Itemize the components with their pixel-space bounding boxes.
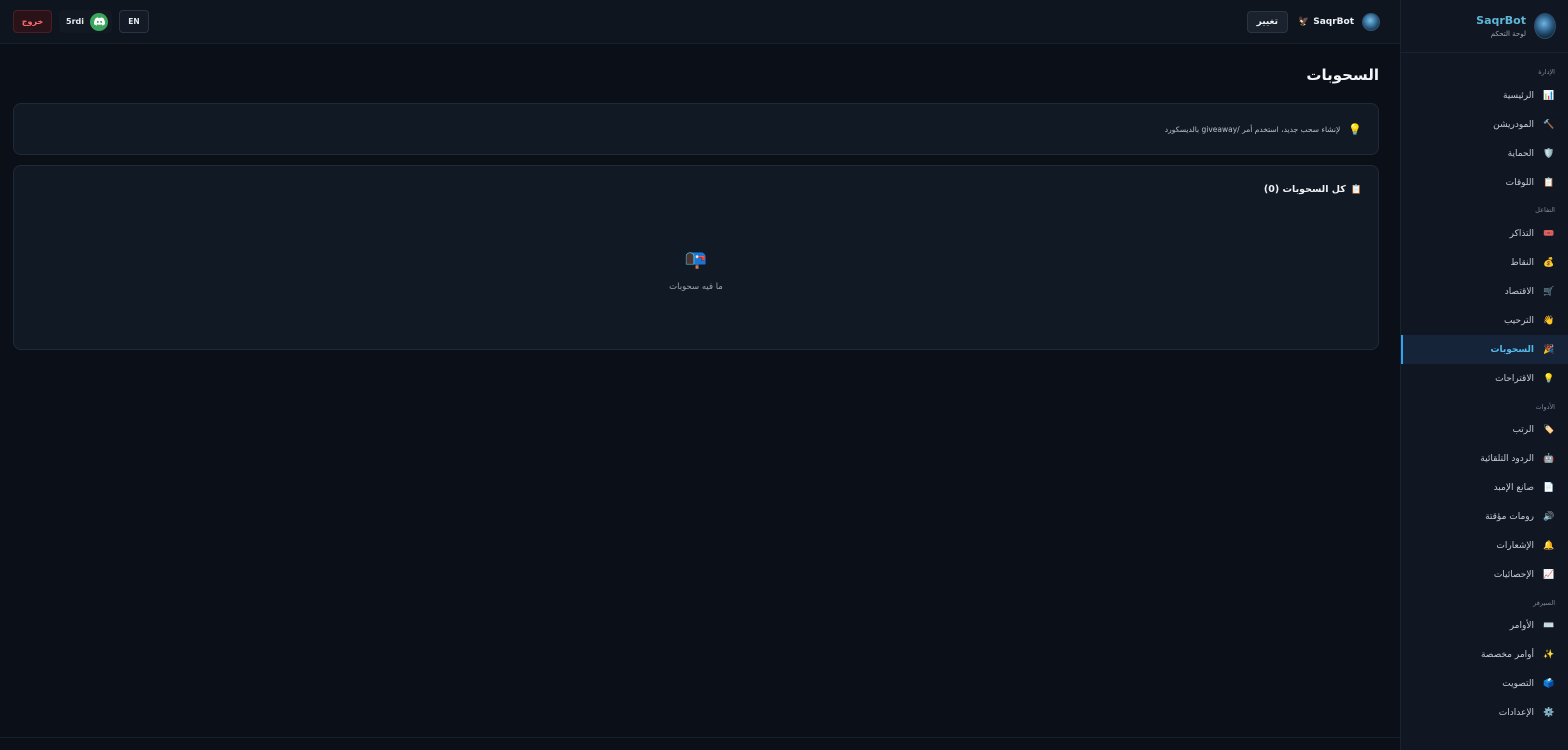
sidebar-item-tickets[interactable]: 🎟️ التذاكر xyxy=(1401,219,1568,248)
language-toggle-button[interactable]: EN xyxy=(119,10,149,33)
sidebar-item-label: النقاط xyxy=(1510,257,1534,268)
sidebar-item-suggestions[interactable]: 💡 الاقتراحات xyxy=(1401,364,1568,393)
clipboard-icon: 📋 xyxy=(1350,184,1362,195)
logs-icon: 📋 xyxy=(1543,177,1555,188)
server-avatar xyxy=(1362,13,1380,31)
sidebar-item-economy[interactable]: 🛒 الاقتصاد xyxy=(1401,277,1568,306)
sidebar-item-temp-rooms[interactable]: 🔊 رومات مؤقتة xyxy=(1401,502,1568,531)
sidebar-item-moderation[interactable]: 🔨 المودريشن xyxy=(1401,110,1568,139)
change-server-button[interactable]: تغيير xyxy=(1246,11,1288,33)
server-name: SaqrBot xyxy=(1313,17,1354,27)
list-title: 📋 كل السحوبات (0) xyxy=(1264,184,1362,195)
logout-button[interactable]: خروج xyxy=(13,10,52,33)
sidebar-item-giveaways[interactable]: 🎉 السحوبات xyxy=(1401,335,1568,364)
sidebar-item-statistics[interactable]: 📈 الإحصائيات xyxy=(1401,560,1568,589)
commands-icon: ⌨️ xyxy=(1543,620,1555,631)
economy-icon: 🛒 xyxy=(1543,286,1555,297)
points-icon: 💰 xyxy=(1543,257,1555,268)
moderation-icon: 🔨 xyxy=(1543,119,1555,130)
sidebar-item-label: صانع الإمبد xyxy=(1493,482,1534,493)
empty-state: 📭 ما فيه سحوبات xyxy=(14,249,1378,293)
sidebar-item-roles[interactable]: 🏷️ الرتب xyxy=(1401,415,1568,444)
sidebar-item-auto-replies[interactable]: 🤖 الردود التلقائية xyxy=(1401,444,1568,473)
embed-builder-icon: 📄 xyxy=(1543,482,1555,493)
suggestions-icon: 💡 xyxy=(1543,373,1555,384)
sidebar-item-label: الإحصائيات xyxy=(1493,569,1534,580)
info-text: لإنشاء سحب جديد، استخدم أمر /giveaway با… xyxy=(1164,124,1341,134)
brand-name: SaqrBot xyxy=(1476,13,1526,27)
server-selector: SaqrBot 🦅 تغيير xyxy=(1246,11,1380,33)
brand-subtitle: لوحة التحكم xyxy=(1490,29,1526,38)
sidebar-item-label: المودريشن xyxy=(1493,119,1534,130)
sidebar-item-label: الترحيب xyxy=(1503,315,1534,326)
mailbox-icon: 📭 xyxy=(684,249,708,270)
sidebar-item-notifications[interactable]: 🔔 الإشعارات xyxy=(1401,531,1568,560)
sidebar-section-title: الأدوات xyxy=(1535,403,1555,411)
brand-logo xyxy=(1534,13,1556,39)
top-bar: SaqrBot 🦅 تغيير EN 5rdi خروج xyxy=(0,0,1400,44)
sidebar-item-home[interactable]: 📊 الرئيسية xyxy=(1401,81,1568,110)
sidebar-item-welcome[interactable]: 👋 الترحيب xyxy=(1401,306,1568,335)
eagle-icon: 🦅 xyxy=(1298,17,1310,27)
protection-icon: 🛡️ xyxy=(1543,148,1555,159)
info-card: 💡 لإنشاء سحب جديد، استخدم أمر /giveaway … xyxy=(13,103,1379,155)
list-title-text: كل السحوبات (0) xyxy=(1263,184,1346,195)
sidebar-item-logs[interactable]: 📋 اللوقات xyxy=(1401,168,1568,197)
custom-commands-icon: ✨ xyxy=(1543,649,1555,660)
user-name: 5rdi xyxy=(66,17,84,26)
statistics-icon: 📈 xyxy=(1543,569,1555,580)
sidebar-item-label: أوامر مخصصة xyxy=(1480,649,1534,660)
sidebar-item-label: الردود التلقائية xyxy=(1480,453,1534,464)
sidebar-item-label: الأوامر xyxy=(1509,620,1534,631)
brand: SaqrBot لوحة التحكم xyxy=(1401,0,1568,53)
sidebar-item-protection[interactable]: 🛡️ الحماية xyxy=(1401,139,1568,168)
sidebar-item-label: التصويت xyxy=(1502,678,1534,689)
sidebar-item-label: الإشعارات xyxy=(1496,540,1534,551)
giveaways-list-card: 📋 كل السحوبات (0) 📭 ما فيه سحوبات xyxy=(13,165,1379,350)
user-profile[interactable]: 5rdi xyxy=(59,10,112,33)
settings-icon: ⚙️ xyxy=(1543,707,1555,718)
sidebar-item-label: الرتب xyxy=(1512,424,1534,435)
sidebar-item-label: السحوبات xyxy=(1490,344,1534,355)
sidebar-item-label: اللوقات xyxy=(1505,177,1534,188)
home-icon: 📊 xyxy=(1543,90,1555,101)
sidebar-item-label: رومات مؤقتة xyxy=(1485,511,1534,522)
sidebar-section-title: السيرفر xyxy=(1533,599,1555,607)
sidebar-section-title: التفاعل xyxy=(1535,206,1555,214)
sidebar-item-label: الإعدادات xyxy=(1498,707,1534,718)
sidebar-item-label: التذاكر xyxy=(1509,228,1534,239)
auto-replies-icon: 🤖 xyxy=(1543,453,1555,464)
sidebar-item-label: الاقتراحات xyxy=(1495,373,1534,384)
sidebar-item-label: الاقتصاد xyxy=(1504,286,1534,297)
empty-state-text: ما فيه سحوبات xyxy=(669,282,723,292)
sidebar: SaqrBot لوحة التحكم الإدارة 📊 الرئيسية 🔨 الم… xyxy=(1400,0,1568,750)
divider xyxy=(0,737,1400,738)
giveaways-icon: 🎉 xyxy=(1543,344,1555,355)
roles-icon: 🏷️ xyxy=(1543,424,1555,435)
sidebar-item-points[interactable]: 💰 النقاط xyxy=(1401,248,1568,277)
page-title: السحوبات xyxy=(1306,66,1379,84)
tickets-icon: 🎟️ xyxy=(1543,228,1555,239)
discord-icon xyxy=(90,12,108,31)
sidebar-item-settings[interactable]: ⚙️ الإعدادات xyxy=(1401,698,1568,727)
sidebar-item-embed-builder[interactable]: 📄 صانع الإمبد xyxy=(1401,473,1568,502)
notifications-icon: 🔔 xyxy=(1543,540,1555,551)
voting-icon: 🗳️ xyxy=(1543,678,1555,689)
sidebar-item-custom-commands[interactable]: ✨ أوامر مخصصة xyxy=(1401,640,1568,669)
welcome-icon: 👋 xyxy=(1543,315,1555,326)
sidebar-item-label: الرئيسية xyxy=(1503,90,1534,101)
sidebar-item-label: الحماية xyxy=(1507,148,1534,159)
sidebar-section-title: الإدارة xyxy=(1538,68,1555,76)
sidebar-item-voting[interactable]: 🗳️ التصويت xyxy=(1401,669,1568,698)
sidebar-nav: الإدارة 📊 الرئيسية 🔨 المودريشن 🛡️ الحماية 📋 اللو… xyxy=(1401,53,1568,727)
temp-rooms-icon: 🔊 xyxy=(1543,511,1555,522)
lightbulb-icon: 💡 xyxy=(1348,122,1362,136)
sidebar-item-commands[interactable]: ⌨️ الأوامر xyxy=(1401,611,1568,640)
